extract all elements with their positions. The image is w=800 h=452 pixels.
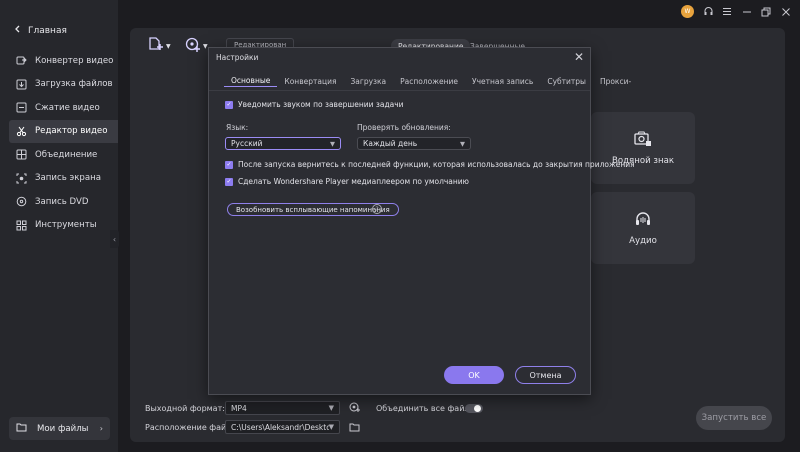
sidebar-item-label: Запись DVD	[35, 196, 89, 207]
default-player-label: Сделать Wondershare Player медиаплеером …	[238, 177, 469, 186]
my-files-button[interactable]: Мои файлы ›	[9, 417, 110, 440]
default-player-checkbox[interactable]: ✓	[225, 177, 233, 186]
output-format-label: Выходной формат:	[145, 404, 225, 413]
sidebar-item-download[interactable]: Загрузка файлов	[9, 73, 118, 97]
chevron-right-icon: ›	[99, 424, 103, 433]
download-icon	[16, 79, 27, 90]
tab-conversion[interactable]: Конвертация	[277, 75, 343, 87]
folder-icon	[16, 422, 27, 435]
sidebar-item-compress[interactable]: Сжатие видео	[9, 96, 118, 120]
chevron-left-icon	[14, 25, 20, 36]
headphones-icon	[634, 211, 652, 230]
back-home-button[interactable]: Главная	[14, 25, 67, 36]
chevron-down-icon: ▼	[460, 139, 465, 148]
menu-icon[interactable]	[721, 5, 733, 18]
watermark-icon	[634, 131, 652, 150]
tab-account[interactable]: Учетная запись	[465, 75, 540, 87]
chevron-down-icon: ▼	[166, 43, 171, 50]
sidebar-item-screen-record[interactable]: Запись экрана	[9, 167, 118, 191]
sidebar: Главная Конвертер видео Загрузка файлов …	[0, 0, 118, 452]
sidebar-item-dvd[interactable]: Запись DVD	[9, 190, 118, 214]
check-updates-value: Каждый день	[363, 139, 418, 148]
resume-last-function-label: После запуска вернитесь к последней функ…	[238, 160, 635, 169]
sidebar-item-tools[interactable]: Инструменты	[9, 214, 118, 238]
cancel-button[interactable]: Отмена	[515, 366, 576, 384]
audio-label: Аудио	[629, 235, 657, 246]
audio-card[interactable]: Аудио	[591, 192, 695, 264]
compress-icon	[16, 102, 27, 113]
toggle-knob	[474, 405, 481, 412]
tab-download[interactable]: Загрузка	[343, 75, 393, 87]
sidebar-item-video-editor[interactable]: Редактор видео	[9, 119, 118, 143]
sidebar-item-merge[interactable]: Объединение	[9, 143, 118, 167]
default-player-checkbox-row[interactable]: ✓ Сделать Wondershare Player медиаплееро…	[225, 177, 469, 186]
my-files-label: Мои файлы	[37, 423, 89, 434]
ok-button[interactable]: OK	[444, 366, 504, 384]
folder-icon[interactable]	[349, 422, 360, 435]
title-bar: W	[118, 0, 800, 24]
add-media-button[interactable]: ▼	[185, 37, 208, 56]
dialog-title: Настройки	[216, 53, 259, 62]
language-label: Язык:	[226, 123, 249, 132]
help-icon[interactable]: ?	[372, 204, 382, 214]
start-all-button[interactable]: Запустить все	[696, 406, 772, 430]
sidebar-item-label: Сжатие видео	[35, 102, 100, 113]
merge-icon	[16, 149, 27, 160]
merge-files-toggle[interactable]	[465, 404, 483, 413]
headset-icon[interactable]	[702, 5, 714, 18]
resume-last-function-checkbox[interactable]: ✓	[225, 160, 233, 169]
notify-sound-checkbox[interactable]: ✓	[225, 100, 233, 109]
sidebar-item-converter[interactable]: Конвертер видео	[9, 49, 118, 73]
minimize-icon[interactable]	[741, 5, 753, 18]
output-format-select[interactable]: MP4 ▼	[225, 401, 340, 415]
restore-icon[interactable]	[760, 5, 772, 18]
tabs-divider	[209, 90, 590, 91]
sidebar-nav: Конвертер видео Загрузка файлов Сжатие в…	[9, 49, 118, 237]
chevron-down-icon: ▼	[328, 423, 334, 431]
add-file-icon	[148, 37, 163, 56]
notify-sound-label: Уведомить звуком по завершении задачи	[238, 100, 404, 109]
grid-icon	[16, 220, 27, 231]
add-file-button[interactable]: ▼	[148, 37, 171, 56]
watermark-card[interactable]: Водяной знак	[591, 112, 695, 184]
convert-icon	[16, 55, 27, 66]
tab-proxy[interactable]: Прокси-	[593, 75, 638, 87]
chevron-down-icon: ▼	[203, 43, 208, 50]
sidebar-collapse-handle[interactable]: ‹	[110, 230, 119, 248]
sidebar-item-label: Запись экрана	[35, 173, 102, 184]
dvd-icon	[16, 196, 27, 207]
sidebar-item-label: Объединение	[35, 149, 98, 160]
close-icon[interactable]	[780, 5, 792, 18]
settings-dialog: Настройки ✕ Основные Конвертация Загрузк…	[208, 47, 635, 395]
sidebar-item-label: Конвертер видео	[35, 55, 114, 66]
check-updates-label: Проверять обновления:	[357, 123, 451, 132]
avatar[interactable]: W	[681, 5, 694, 18]
tab-location[interactable]: Расположение	[393, 75, 465, 87]
file-location-value: C:\Users\Aleksandr\Desktop\w	[231, 422, 329, 432]
language-value: Русский	[231, 139, 263, 148]
add-disc-icon	[185, 37, 200, 56]
settings-tabs: Основные Конвертация Загрузка Расположен…	[224, 75, 638, 87]
tab-subtitles[interactable]: Субтитры	[540, 75, 593, 87]
format-settings-icon[interactable]	[349, 402, 360, 416]
close-icon[interactable]: ✕	[574, 50, 584, 64]
file-location-select[interactable]: C:\Users\Aleksandr\Desktop\w ▼	[225, 420, 340, 434]
scissors-icon	[16, 126, 27, 137]
sidebar-item-label: Инструменты	[35, 220, 97, 231]
sidebar-item-label: Загрузка файлов	[35, 79, 113, 90]
language-select[interactable]: Русский ▼	[225, 137, 341, 150]
chevron-down-icon: ▼	[330, 139, 335, 148]
sidebar-item-label: Редактор видео	[35, 126, 108, 137]
merge-files-label: Объединить все файлы:	[376, 404, 479, 413]
resume-last-function-checkbox-row[interactable]: ✓ После запуска вернитесь к последней фу…	[225, 160, 635, 169]
notify-sound-checkbox-row[interactable]: ✓ Уведомить звуком по завершении задачи	[225, 100, 404, 109]
record-icon	[16, 173, 27, 184]
check-updates-select[interactable]: Каждый день ▼	[357, 137, 471, 150]
output-format-value: MP4	[231, 403, 247, 413]
tab-general[interactable]: Основные	[224, 75, 278, 87]
chevron-down-icon: ▼	[328, 404, 334, 412]
back-home-label: Главная	[28, 25, 67, 36]
